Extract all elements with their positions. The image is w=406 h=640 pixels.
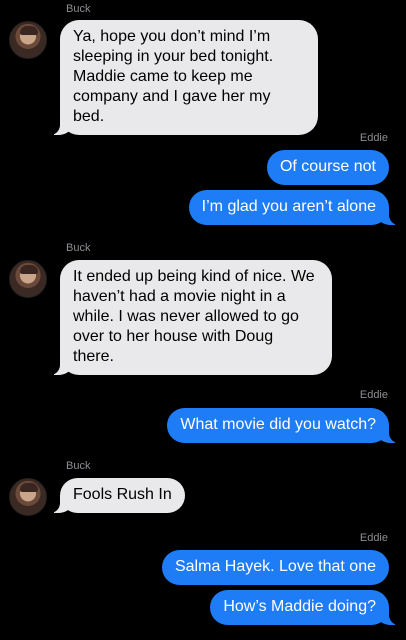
message-text: What movie did you watch?	[180, 416, 376, 433]
sender-name: Eddie	[359, 532, 388, 544]
outgoing-message-bubble[interactable]: Of course not	[266, 150, 389, 185]
outgoing-message-bubble[interactable]: What movie did you watch?	[167, 408, 399, 443]
message-text: How’s Maddie doing?	[223, 598, 376, 615]
message-text: Fools Rush In	[73, 486, 172, 503]
message-text: Of course not	[279, 158, 376, 175]
incoming-message-bubble[interactable]: Fools Rush In	[50, 478, 185, 513]
outgoing-message-bubble[interactable]: How’s Maddie doing?	[210, 590, 399, 625]
outgoing-message-bubble[interactable]: Salma Hayek. Love that one	[161, 550, 389, 585]
contact-avatar[interactable]	[9, 260, 47, 298]
message-thread: Buck Ya, hope you don’t mind I’m sleepin…	[0, 0, 406, 640]
sender-name: Eddie	[359, 132, 388, 144]
sender-name: Eddie	[359, 389, 388, 401]
message-text: Ya, hope you don’t mind I’m sleeping in …	[73, 28, 274, 125]
incoming-message-bubble[interactable]: It ended up being kind of nice. We haven…	[50, 260, 332, 375]
contact-avatar[interactable]	[9, 478, 47, 516]
sender-name: Buck	[66, 3, 91, 15]
message-text: Salma Hayek. Love that one	[174, 558, 376, 575]
sender-name: Buck	[66, 242, 91, 254]
message-text: I’m glad you aren’t alone	[201, 198, 376, 215]
incoming-message-bubble[interactable]: Ya, hope you don’t mind I’m sleeping in …	[50, 20, 318, 135]
outgoing-message-bubble[interactable]: I’m glad you aren’t alone	[188, 190, 400, 225]
message-text: It ended up being kind of nice. We haven…	[73, 268, 315, 365]
contact-avatar[interactable]	[9, 21, 47, 59]
sender-name: Buck	[66, 460, 91, 472]
